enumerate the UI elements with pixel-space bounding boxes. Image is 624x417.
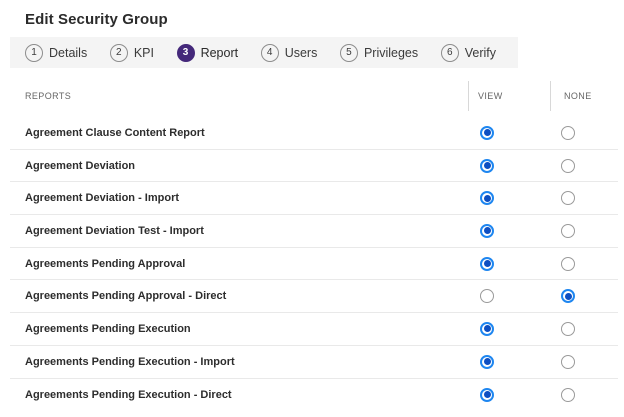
wizard-step-details[interactable]: 1 Details: [25, 44, 87, 62]
report-name-label: Agreements Pending Approval: [10, 258, 468, 270]
column-header-reports: REPORTS: [10, 81, 468, 111]
report-name-label: Agreements Pending Approval - Direct: [10, 290, 468, 302]
none-radio-button[interactable]: [561, 191, 575, 205]
none-radio-cell: [550, 257, 618, 271]
view-radio-cell: [468, 191, 550, 205]
view-radio-button[interactable]: [480, 322, 494, 336]
step-number-badge: 6: [441, 44, 459, 62]
step-label: Details: [49, 46, 87, 60]
wizard-step-privileges[interactable]: 5 Privileges: [340, 44, 418, 62]
none-radio-button[interactable]: [561, 289, 575, 303]
report-row: Agreement Deviation Test - Import: [10, 215, 618, 248]
view-radio-button[interactable]: [480, 257, 494, 271]
reports-permissions-table: REPORTS VIEW NONE Agreement Clause Conte…: [10, 81, 618, 411]
view-radio-cell: [468, 289, 550, 303]
none-radio-cell: [550, 159, 618, 173]
view-radio-cell: [468, 126, 550, 140]
column-header-view: VIEW: [468, 81, 550, 111]
report-row: Agreement Deviation: [10, 150, 618, 183]
table-body: Agreement Clause Content Report Agreemen…: [10, 117, 618, 411]
view-radio-button[interactable]: [480, 191, 494, 205]
wizard-stepbar: 1 Details 2 KPI 3 Report 4 Users 5 Privi…: [10, 37, 518, 68]
step-number-badge: 4: [261, 44, 279, 62]
report-name-label: Agreement Deviation Test - Import: [10, 225, 468, 237]
none-radio-button[interactable]: [561, 159, 575, 173]
edit-security-group-page: Edit Security Group 1 Details 2 KPI 3 Re…: [0, 0, 624, 417]
report-name-label: Agreement Clause Content Report: [10, 127, 468, 139]
report-row: Agreements Pending Execution: [10, 313, 618, 346]
view-radio-button[interactable]: [480, 388, 494, 402]
view-radio-button[interactable]: [480, 224, 494, 238]
none-radio-cell: [550, 289, 618, 303]
none-radio-button[interactable]: [561, 224, 575, 238]
view-radio-cell: [468, 257, 550, 271]
wizard-step-verify[interactable]: 6 Verify: [441, 44, 496, 62]
step-number-badge: 5: [340, 44, 358, 62]
wizard-step-users[interactable]: 4 Users: [261, 44, 318, 62]
view-radio-button[interactable]: [480, 355, 494, 369]
step-label: Report: [201, 46, 239, 60]
column-header-none: NONE: [550, 81, 618, 111]
report-name-label: Agreements Pending Execution - Import: [10, 356, 468, 368]
step-label: Verify: [465, 46, 496, 60]
page-title: Edit Security Group: [25, 11, 624, 28]
none-radio-button[interactable]: [561, 322, 575, 336]
step-label: Privileges: [364, 46, 418, 60]
view-radio-cell: [468, 159, 550, 173]
view-radio-cell: [468, 322, 550, 336]
view-radio-button[interactable]: [480, 159, 494, 173]
step-number-badge: 2: [110, 44, 128, 62]
none-radio-cell: [550, 388, 618, 402]
wizard-step-report[interactable]: 3 Report: [177, 44, 239, 62]
table-header-row: REPORTS VIEW NONE: [10, 81, 618, 111]
report-row: Agreements Pending Approval - Direct: [10, 280, 618, 313]
none-radio-cell: [550, 126, 618, 140]
report-row: Agreements Pending Execution - Direct: [10, 379, 618, 412]
wizard-step-kpi[interactable]: 2 KPI: [110, 44, 154, 62]
none-radio-button[interactable]: [561, 126, 575, 140]
report-row: Agreement Deviation - Import: [10, 182, 618, 215]
step-label: Users: [285, 46, 318, 60]
report-name-label: Agreements Pending Execution: [10, 323, 468, 335]
report-row: Agreement Clause Content Report: [10, 117, 618, 150]
report-name-label: Agreement Deviation: [10, 160, 468, 172]
view-radio-cell: [468, 388, 550, 402]
none-radio-cell: [550, 322, 618, 336]
report-row: Agreements Pending Execution - Import: [10, 346, 618, 379]
view-radio-cell: [468, 224, 550, 238]
none-radio-button[interactable]: [561, 257, 575, 271]
view-radio-cell: [468, 355, 550, 369]
none-radio-button[interactable]: [561, 388, 575, 402]
none-radio-cell: [550, 355, 618, 369]
none-radio-button[interactable]: [561, 355, 575, 369]
report-name-label: Agreement Deviation - Import: [10, 192, 468, 204]
step-number-badge: 1: [25, 44, 43, 62]
view-radio-button[interactable]: [480, 289, 494, 303]
none-radio-cell: [550, 224, 618, 238]
step-number-badge: 3: [177, 44, 195, 62]
view-radio-button[interactable]: [480, 126, 494, 140]
report-row: Agreements Pending Approval: [10, 248, 618, 281]
none-radio-cell: [550, 191, 618, 205]
report-name-label: Agreements Pending Execution - Direct: [10, 389, 468, 401]
step-label: KPI: [134, 46, 154, 60]
